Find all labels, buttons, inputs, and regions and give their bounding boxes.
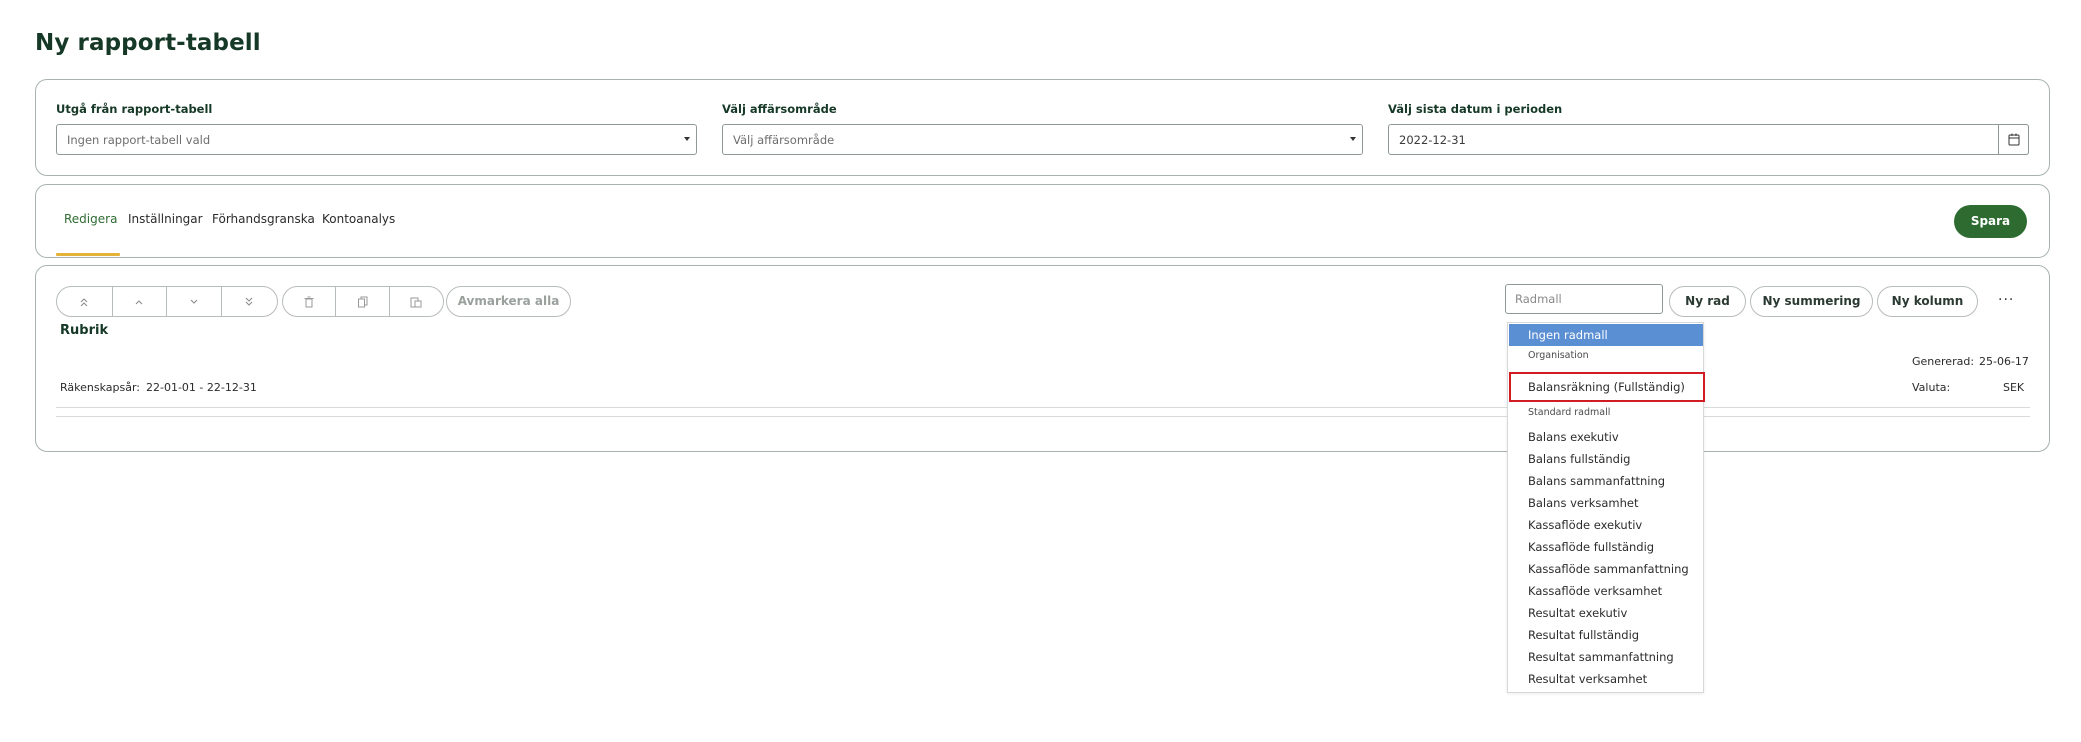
business-area-select[interactable]: Välj affärsområde [722,124,1363,155]
delete-button[interactable] [283,287,337,316]
group-label-organisation: Organisation [1528,350,1589,361]
divider [56,416,2030,417]
paste-button[interactable] [390,287,443,316]
business-area-select-value: Välj affärsområde [733,133,835,147]
currency-label: Valuta: [1912,381,1951,394]
option-item[interactable]: Kassaflöde exekutiv [1509,514,1703,536]
template-label: Utgå från rapport-tabell [56,102,213,116]
new-column-button[interactable]: Ny kolumn [1877,286,1978,317]
move-top-button[interactable] [57,287,113,316]
editor-card: Avmarkera alla Ny rad Ny summering Ny ko… [35,265,2050,452]
active-tab-indicator [56,253,120,256]
move-down-button[interactable] [167,287,222,316]
tab-redigera[interactable]: Redigera [64,212,117,226]
option-item[interactable]: Balans verksamhet [1509,492,1703,514]
option-item[interactable]: Resultat verksamhet [1509,668,1703,690]
currency-value: SEK [2003,381,2025,394]
page-title: Ny rapport-tabell [35,30,261,56]
divider [56,407,2030,408]
chevron-up-icon [135,299,143,304]
chevrons-up-icon [80,297,88,306]
move-button-group [56,286,278,317]
trash-icon [304,296,314,307]
report-heading: Rubrik [60,323,109,338]
radmall-input[interactable] [1505,284,1663,314]
option-item[interactable]: Balans sammanfattning [1509,470,1703,492]
generated-label: Genererad: [1912,355,1975,368]
copy-button[interactable] [336,287,390,316]
more-options-icon[interactable]: ··· [1998,292,2014,308]
option-item[interactable]: Resultat sammanfattning [1509,646,1703,668]
deselect-all-button[interactable]: Avmarkera alla [446,286,571,317]
new-row-button[interactable]: Ny rad [1669,286,1746,317]
tab-forhandsgranska[interactable]: Förhandsgranska [212,212,315,226]
calendar-icon [2008,133,2020,146]
period-end-date-input[interactable]: 2022-12-31 [1388,124,2029,155]
edit-button-group [282,286,444,317]
caret-down-icon [684,137,690,141]
period-end-value: 2022-12-31 [1399,133,1466,147]
tabs-card: Redigera Inställningar Förhandsgranska K… [35,184,2050,258]
radmall-text-field[interactable] [1506,285,1662,313]
chevrons-down-icon [245,297,253,306]
group-label-standard-radmall: Standard radmall [1528,407,1611,418]
option-item[interactable]: Balans exekutiv [1509,426,1703,448]
filters-card: Utgå från rapport-tabell Ingen rapport-t… [35,79,2050,176]
new-sum-button[interactable]: Ny summering [1750,286,1873,317]
move-bottom-button[interactable] [222,287,277,316]
save-button[interactable]: Spara [1954,205,2027,238]
fiscal-year-label: Räkenskapsår: [60,381,140,394]
option-item[interactable]: Kassaflöde verksamhet [1509,580,1703,602]
option-item[interactable]: Resultat exekutiv [1509,602,1703,624]
copy-icon [357,296,368,307]
option-ingen-radmall[interactable]: Ingen radmall [1509,324,1703,346]
caret-down-icon [1350,137,1356,141]
fiscal-year-value: 22-01-01 - 22-12-31 [146,381,257,394]
option-item[interactable]: Kassaflöde fullständig [1509,536,1703,558]
template-select[interactable]: Ingen rapport-tabell vald [56,124,697,155]
option-balansrakning-fullstandig[interactable]: Balansräkning (Fullständig) [1509,376,1703,398]
option-item[interactable]: Balans fullständig [1509,448,1703,470]
move-up-button[interactable] [113,287,167,316]
business-area-label: Välj affärsområde [722,102,837,116]
tab-kontoanalys[interactable]: Kontoanalys [322,212,395,226]
option-item[interactable]: Resultat fullständig [1509,624,1703,646]
option-item[interactable]: Kassaflöde sammanfattning [1509,558,1703,580]
paste-icon [410,297,422,307]
calendar-button[interactable] [1998,124,2029,155]
template-select-value: Ingen rapport-tabell vald [67,133,211,147]
generated-value: 25-06-17 [1979,355,2029,368]
radmall-dropdown: Ingen radmall Organisation Balansräkning… [1507,322,1705,693]
period-end-label: Välj sista datum i perioden [1388,102,1563,116]
tab-installningar[interactable]: Inställningar [128,212,203,226]
chevron-down-icon [190,299,198,304]
